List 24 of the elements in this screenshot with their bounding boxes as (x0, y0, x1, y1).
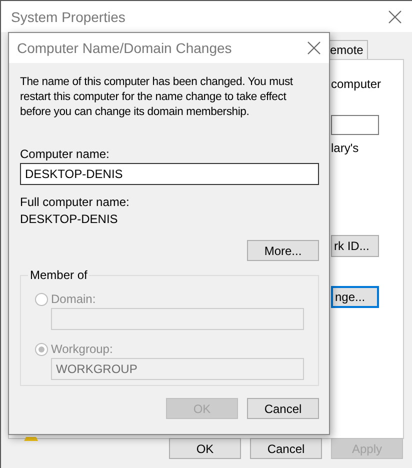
input-field[interactable] (331, 115, 379, 135)
action-button[interactable]: rk ID... (331, 235, 379, 257)
input-field[interactable] (51, 308, 304, 330)
dialog-button[interactable]: Cancel (250, 438, 322, 459)
close-icon[interactable] (388, 10, 402, 24)
field-label: Computer name: (20, 147, 110, 161)
group-title: Member of (28, 268, 90, 282)
dialog-button[interactable]: Cancel (247, 398, 319, 419)
more-button[interactable]: More... (247, 240, 319, 261)
dialog-button[interactable]: OK (169, 438, 241, 459)
description-text: lary's (331, 141, 359, 155)
description-text: computer (331, 77, 382, 91)
radio-label: Domain: (51, 292, 96, 306)
full-name-text: DESKTOP-DENIS (20, 212, 119, 226)
message-text: The name of this computer has been changed. You must restart this computer for the name change to take effect before you can change its domain membership. (20, 75, 294, 120)
field-label: Full computer name: (20, 195, 130, 209)
window-title: System Properties (11, 8, 126, 24)
computer-name-field[interactable]: DESKTOP-DENIS (20, 163, 319, 185)
close-icon[interactable] (307, 41, 321, 55)
radio-label: Workgroup: (51, 342, 113, 356)
dialog-title: Computer Name/Domain Changes (17, 40, 232, 56)
action-button[interactable]: nge... (331, 286, 379, 308)
tab[interactable]: emote (328, 40, 368, 59)
warning-icon (24, 437, 38, 441)
